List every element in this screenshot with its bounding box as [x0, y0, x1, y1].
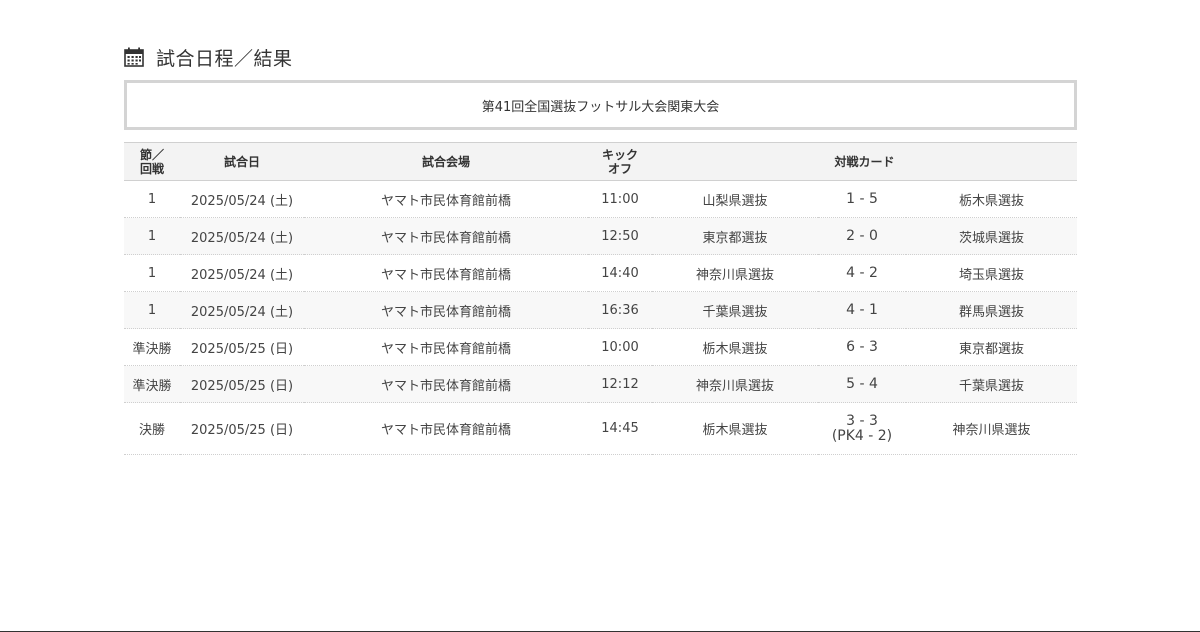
home-team-cell: 栃木県選抜	[652, 328, 818, 366]
date-cell: 2025/05/25 (日)	[180, 328, 304, 366]
score-link[interactable]: 4 - 1	[818, 291, 906, 329]
away-team-cell: 東京都選抜	[906, 328, 1078, 366]
away-team-cell: 栃木県選抜	[906, 180, 1078, 218]
date-cell: 2025/05/24 (土)	[180, 291, 304, 329]
home-team-cell: 神奈川県選抜	[652, 365, 818, 403]
table-row: 決勝 2025/05/25 (日) ヤマト市民体育館前橋 14:45 栃木県選抜…	[124, 402, 1078, 455]
home-team-cell: 栃木県選抜	[652, 402, 818, 455]
kickoff-cell: 14:45	[588, 402, 652, 455]
score-link[interactable]: 3 - 3 (PK4 - 2)	[818, 402, 906, 455]
header-kickoff: キック オフ	[588, 142, 652, 181]
round-cell: 1	[124, 291, 180, 329]
header-venue: 試合会場	[304, 142, 588, 181]
kickoff-cell: 12:12	[588, 365, 652, 403]
away-team-cell: 千葉県選抜	[906, 365, 1078, 403]
table-row: 1 2025/05/24 (土) ヤマト市民体育館前橋 16:36 千葉県選抜 …	[124, 291, 1078, 329]
kickoff-cell: 10:00	[588, 328, 652, 366]
away-team-cell: 茨城県選抜	[906, 217, 1078, 255]
round-cell: 1	[124, 217, 180, 255]
home-team-cell: 山梨県選抜	[652, 180, 818, 218]
table-row: 準決勝 2025/05/25 (日) ヤマト市民体育館前橋 12:12 神奈川県…	[124, 365, 1078, 403]
header-matchup: 対戦カード	[652, 142, 1078, 181]
table-row: 1 2025/05/24 (土) ヤマト市民体育館前橋 12:50 東京都選抜 …	[124, 217, 1078, 255]
kickoff-cell: 16:36	[588, 291, 652, 329]
header-round: 節／ 回戦	[124, 142, 180, 181]
venue-cell: ヤマト市民体育館前橋	[304, 328, 588, 366]
pk-score-text[interactable]: (PK4 - 2)	[818, 428, 906, 444]
away-team-cell: 群馬県選抜	[906, 291, 1078, 329]
tournament-name: 第41回全国選抜フットサル大会関東大会	[481, 99, 720, 115]
score-text[interactable]: 3 - 3	[818, 413, 906, 429]
schedule-section: 試合日程／結果 第41回全国選抜フットサル大会関東大会 節／ 回戦 試合日 試合…	[124, 40, 1078, 455]
round-cell: 準決勝	[124, 328, 180, 366]
away-team-cell: 神奈川県選抜	[906, 402, 1078, 455]
kickoff-cell: 11:00	[588, 180, 652, 218]
section-header: 試合日程／結果	[124, 40, 1077, 74]
calendar-icon	[124, 47, 144, 67]
away-team-cell: 埼玉県選抜	[906, 254, 1078, 292]
home-team-cell: 千葉県選抜	[652, 291, 818, 329]
schedule-table: 節／ 回戦 試合日 試合会場 キック オフ 対戦カード 1 2025/05/24…	[124, 142, 1078, 455]
round-cell: 準決勝	[124, 365, 180, 403]
score-link[interactable]: 6 - 3	[818, 328, 906, 366]
venue-cell: ヤマト市民体育館前橋	[304, 291, 588, 329]
date-cell: 2025/05/24 (土)	[180, 217, 304, 255]
kickoff-cell: 14:40	[588, 254, 652, 292]
page-title: 試合日程／結果	[156, 47, 293, 70]
score-link[interactable]: 2 - 0	[818, 217, 906, 255]
table-row: 1 2025/05/24 (土) ヤマト市民体育館前橋 11:00 山梨県選抜 …	[124, 180, 1078, 218]
header-date: 試合日	[180, 142, 304, 181]
score-link[interactable]: 5 - 4	[818, 365, 906, 403]
date-cell: 2025/05/24 (土)	[180, 254, 304, 292]
round-cell: 決勝	[124, 402, 180, 455]
tournament-name-box: 第41回全国選抜フットサル大会関東大会	[124, 80, 1077, 130]
score-link[interactable]: 1 - 5	[818, 180, 906, 218]
date-cell: 2025/05/25 (日)	[180, 365, 304, 403]
venue-cell: ヤマト市民体育館前橋	[304, 365, 588, 403]
venue-cell: ヤマト市民体育館前橋	[304, 180, 588, 218]
kickoff-cell: 12:50	[588, 217, 652, 255]
score-link[interactable]: 4 - 2	[818, 254, 906, 292]
date-cell: 2025/05/24 (土)	[180, 180, 304, 218]
venue-cell: ヤマト市民体育館前橋	[304, 402, 588, 455]
round-cell: 1	[124, 180, 180, 218]
table-header-row: 節／ 回戦 試合日 試合会場 キック オフ 対戦カード	[124, 142, 1078, 181]
table-row: 準決勝 2025/05/25 (日) ヤマト市民体育館前橋 10:00 栃木県選…	[124, 328, 1078, 366]
table-row: 1 2025/05/24 (土) ヤマト市民体育館前橋 14:40 神奈川県選抜…	[124, 254, 1078, 292]
home-team-cell: 東京都選抜	[652, 217, 818, 255]
round-cell: 1	[124, 254, 180, 292]
date-cell: 2025/05/25 (日)	[180, 402, 304, 455]
home-team-cell: 神奈川県選抜	[652, 254, 818, 292]
venue-cell: ヤマト市民体育館前橋	[304, 217, 588, 255]
venue-cell: ヤマト市民体育館前橋	[304, 254, 588, 292]
